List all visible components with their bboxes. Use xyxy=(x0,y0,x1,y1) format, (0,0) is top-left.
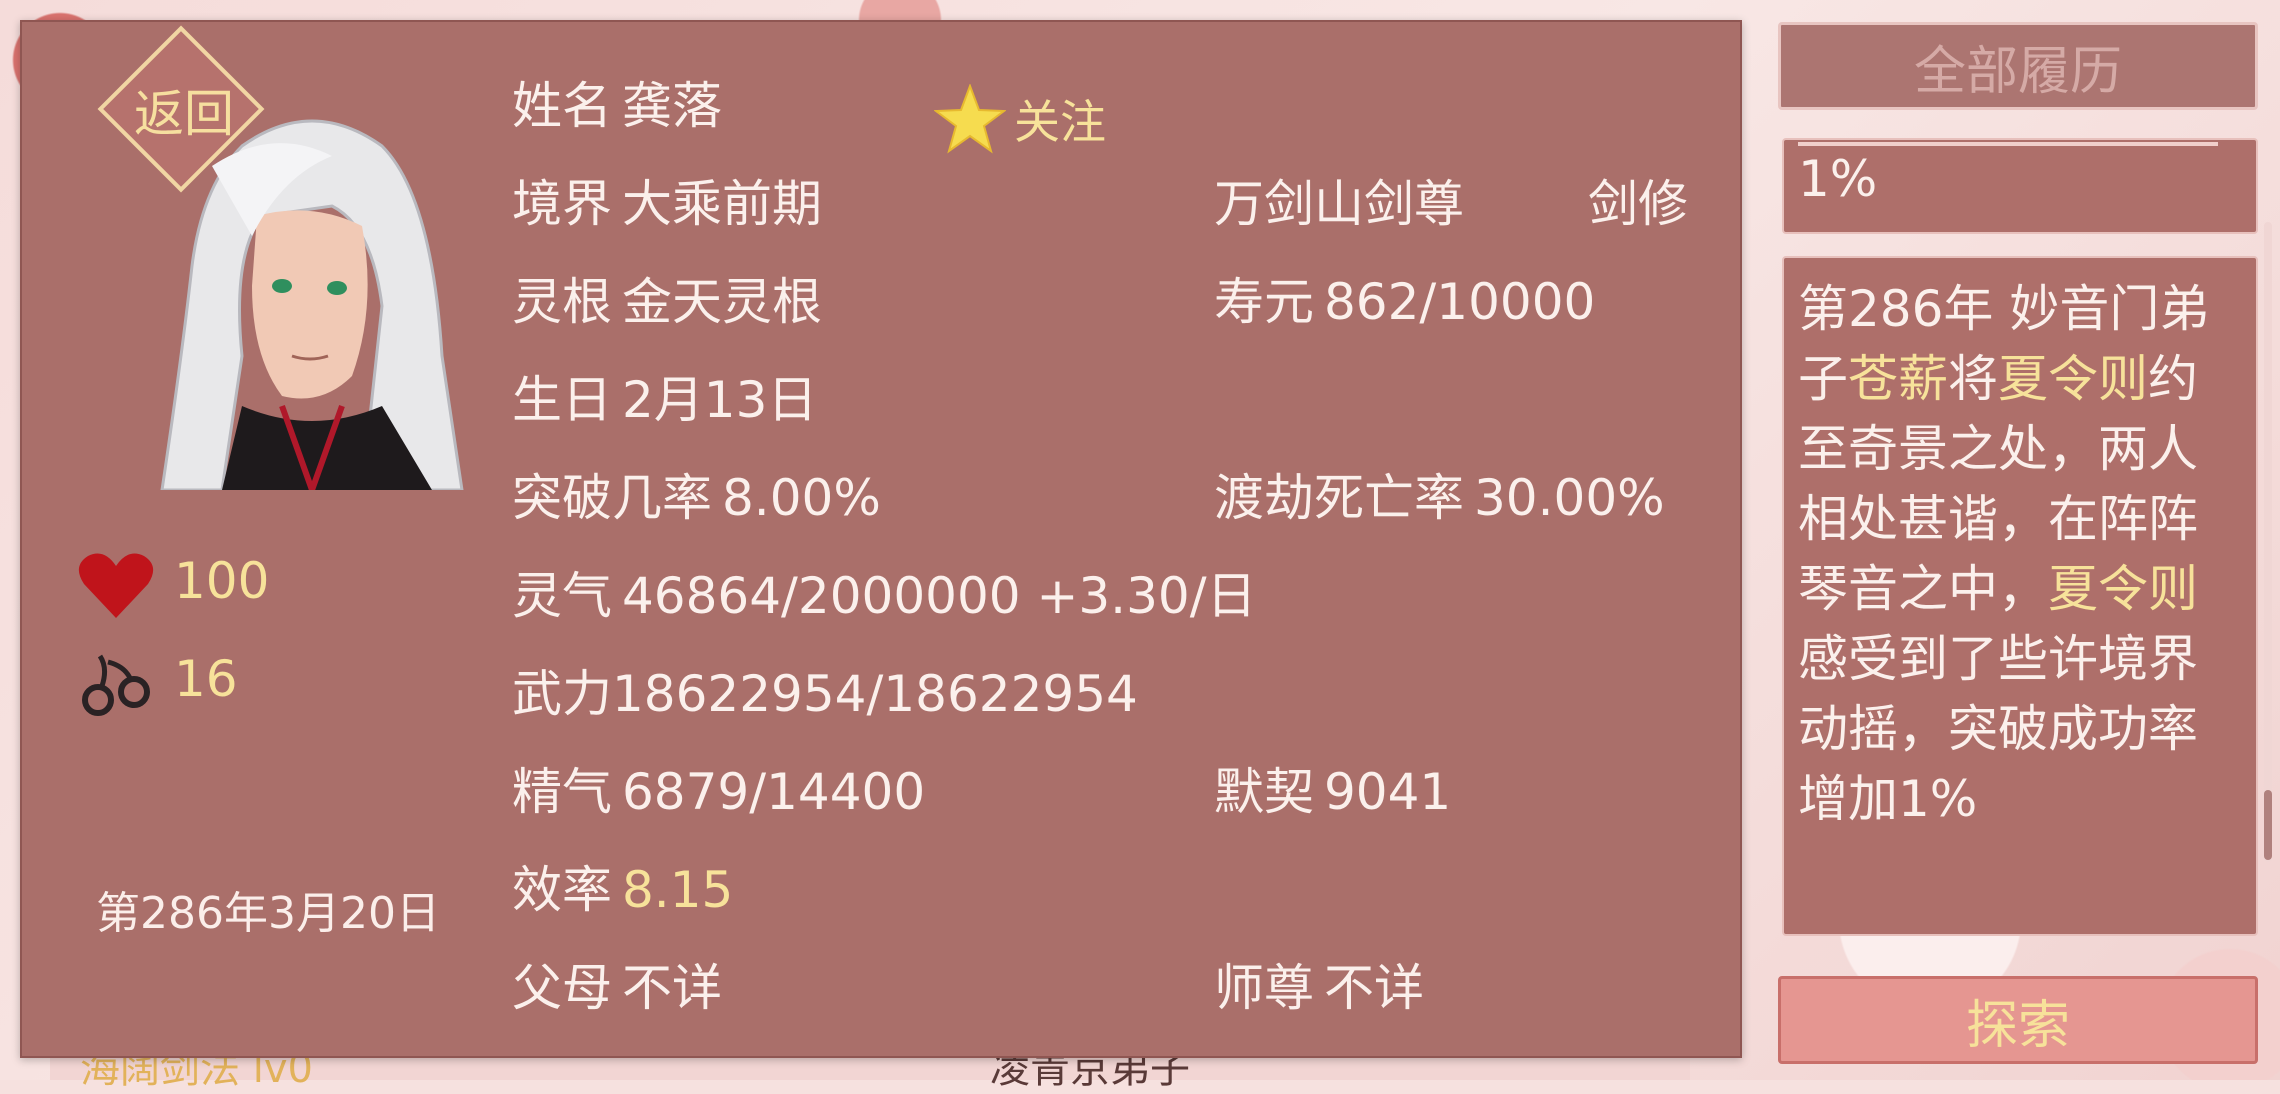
follow-label[interactable]: 关注 xyxy=(1014,86,1106,152)
field-name-label: 姓名 xyxy=(512,77,612,135)
field-parents: 父母 不详 xyxy=(512,948,722,1020)
field-power-value: 18622954/18622954 xyxy=(612,665,1138,723)
character-portrait xyxy=(160,119,464,490)
field-birthday: 生日 2月13日 xyxy=(512,360,817,432)
handcuffs-value: 16 xyxy=(174,650,238,708)
star-icon xyxy=(934,84,1006,154)
field-spirit-root-value: 金天灵根 xyxy=(622,273,822,331)
history-scrollbar[interactable] xyxy=(2264,222,2272,862)
field-tribulation: 渡劫死亡率 30.00% xyxy=(1214,458,1665,530)
follow-button[interactable]: 关注 xyxy=(934,84,1106,154)
field-realm-value: 大乘前期 xyxy=(622,175,822,233)
history-entry-current: 第286年 妙音门弟子苍薪将夏令则约至奇景之处，两人相处甚谐，在阵阵琴音之中，夏… xyxy=(1782,256,2258,936)
field-power-label: 武力 xyxy=(512,665,612,723)
explore-button[interactable]: 探索 xyxy=(1778,976,2258,1064)
field-name: 姓名 龚落 xyxy=(512,66,722,138)
field-efficiency: 效率 8.15 xyxy=(512,850,733,922)
field-birthday-label: 生日 xyxy=(512,371,612,429)
field-spirit-root: 灵根 金天灵根 xyxy=(512,262,822,334)
current-date: 第286年3月20日 xyxy=(96,888,440,939)
field-qi-value: 46864/2000000 +3.30/日 xyxy=(622,567,1257,625)
field-breakthrough-value: 8.00% xyxy=(722,469,881,527)
log-name-2: 夏令则 xyxy=(1998,350,2148,408)
heart-value: 100 xyxy=(174,552,270,610)
field-lifespan-value: 862/10000 xyxy=(1324,273,1596,331)
log-part-4: 感受到了些许境界动摇，突破成功率增加1% xyxy=(1798,630,2198,828)
field-qi: 灵气 46864/2000000 +3.30/日 xyxy=(512,556,1257,628)
field-realm: 境界 大乘前期 xyxy=(512,164,822,236)
history-entry-previous-text: 1% xyxy=(1798,150,1878,208)
field-breakthrough: 突破几率 8.00% xyxy=(512,458,881,530)
field-sect-title: 万剑山剑尊 xyxy=(1214,175,1464,233)
field-parents-label: 父母 xyxy=(512,959,612,1017)
field-qi-label: 灵气 xyxy=(512,567,612,625)
field-master-value: 不详 xyxy=(1324,959,1424,1017)
field-bond: 默契 9041 xyxy=(1214,752,1451,824)
log-part-2: 将 xyxy=(1948,350,1998,408)
heart-icon xyxy=(78,553,154,618)
field-essence-value: 6879/14400 xyxy=(622,763,926,821)
character-panel: 返回 100 16 第286年3月20日 姓名 龚落 关注 境界 大乘前期 万剑山剑… xyxy=(20,20,1742,1058)
history-entry-divider xyxy=(1798,142,2218,146)
field-lifespan: 寿元 862/10000 xyxy=(1214,262,1595,334)
field-master: 师尊 不详 xyxy=(1214,948,1424,1020)
log-name-1: 苍薪 xyxy=(1848,350,1948,408)
field-breakthrough-label: 突破几率 xyxy=(512,469,712,527)
field-essence-label: 精气 xyxy=(512,763,612,821)
field-tribulation-value: 30.00% xyxy=(1474,469,1665,527)
field-essence: 精气 6879/14400 xyxy=(512,752,925,824)
handcuffs-icon xyxy=(82,654,150,716)
field-birthday-value: 2月13日 xyxy=(622,371,818,429)
field-bond-label: 默契 xyxy=(1214,763,1314,821)
field-lifespan-label: 寿元 xyxy=(1214,273,1314,331)
field-bond-value: 9041 xyxy=(1324,763,1452,821)
field-realm-label: 境界 xyxy=(512,175,612,233)
log-name-3: 夏令则 xyxy=(2048,560,2198,618)
field-efficiency-label: 效率 xyxy=(512,861,612,919)
field-efficiency-value: 8.15 xyxy=(622,861,734,919)
field-tribulation-label: 渡劫死亡率 xyxy=(1214,469,1464,527)
all-history-button[interactable]: 全部履历 xyxy=(1778,22,2258,110)
history-scrollbar-thumb[interactable] xyxy=(2264,790,2272,860)
history-entry-text: 第286年 妙音门弟子苍薪将夏令则约至奇景之处，两人相处甚谐，在阵阵琴音之中，夏… xyxy=(1798,274,2242,834)
field-role: 剑修 xyxy=(1588,175,1688,233)
field-master-label: 师尊 xyxy=(1214,959,1314,1017)
field-parents-value: 不详 xyxy=(622,959,722,1017)
field-spirit-root-label: 灵根 xyxy=(512,273,612,331)
field-power: 武力18622954/18622954 xyxy=(512,654,1138,726)
field-name-value: 龚落 xyxy=(622,77,722,135)
history-entry-previous: 1% xyxy=(1782,138,2258,234)
